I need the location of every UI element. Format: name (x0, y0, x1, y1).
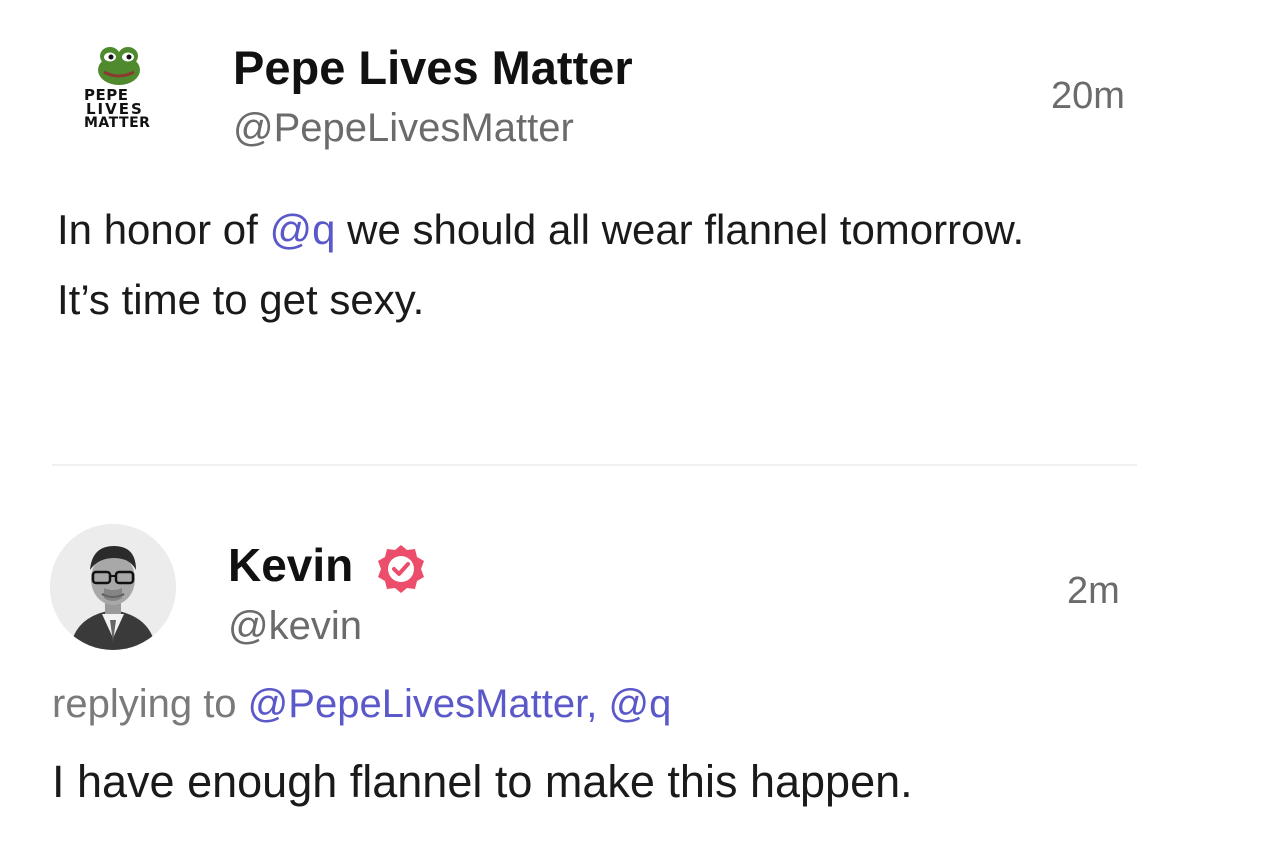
frog-logo-icon (98, 47, 140, 85)
post-body: In honor of @q we should all wear flanne… (57, 195, 1157, 335)
verified-badge-icon (378, 545, 424, 593)
mention-link[interactable]: @PepeLivesMatter (248, 682, 587, 726)
logo-line: MATTER (84, 115, 151, 131)
avatar[interactable] (50, 524, 176, 650)
profile-photo-avatar (50, 524, 176, 650)
post-text: In honor of (57, 206, 270, 253)
post-kevin-reply: Kevin @kevin 2m replying to @PepeLivesMa… (0, 466, 1280, 847)
replying-to: replying to @PepeLivesMatter, @q (52, 682, 671, 727)
post-timestamp[interactable]: 20m (1051, 75, 1125, 118)
post-body: I have enough flannel to make this happe… (52, 756, 913, 807)
post-text: we should all wear flannel tomorrow. (335, 206, 1025, 253)
author-display-name[interactable]: Kevin (228, 538, 353, 592)
author-handle[interactable]: @PepeLivesMatter (233, 106, 574, 151)
post-pepe-lives-matter: PEPE LIVES MATTER Pepe Lives Matter @Pep… (0, 0, 1280, 465)
mention-separator: , (586, 682, 609, 726)
mention-link[interactable]: @q (269, 206, 335, 253)
avatar[interactable]: PEPE LIVES MATTER (82, 44, 158, 144)
logo-line: LIVES (86, 100, 144, 118)
author-display-name[interactable]: Pepe Lives Matter (233, 40, 633, 95)
post-timestamp[interactable]: 2m (1067, 570, 1120, 613)
post-text: It’s time to get sexy. (57, 276, 425, 323)
mention-link[interactable]: @q (608, 682, 671, 726)
replying-to-label: replying to (52, 682, 248, 726)
author-handle[interactable]: @kevin (228, 604, 362, 649)
logo-text: PEPE LIVES MATTER (82, 88, 158, 131)
